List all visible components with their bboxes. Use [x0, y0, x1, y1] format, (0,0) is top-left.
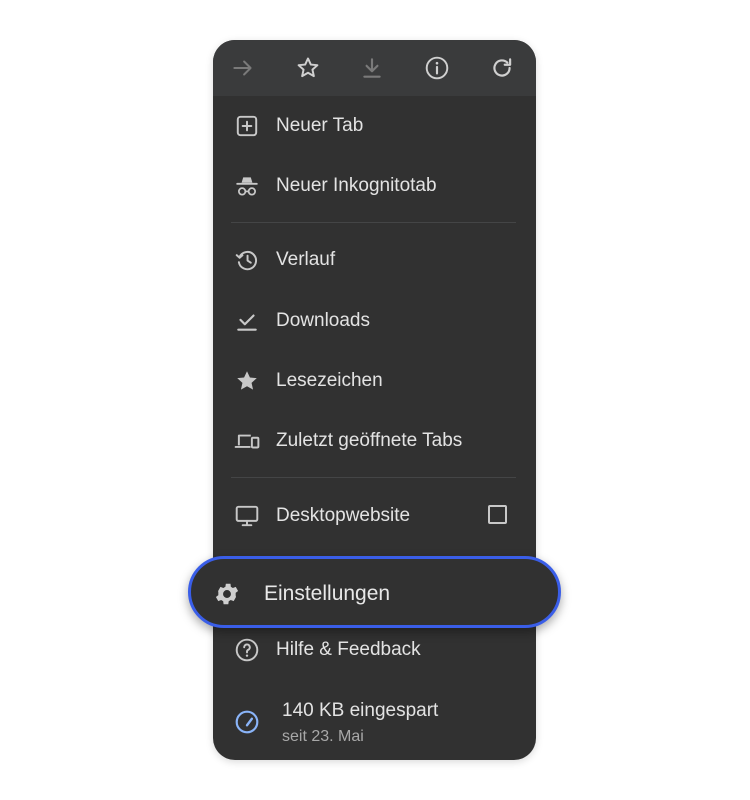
devices-icon: [233, 427, 261, 455]
menu-item-bookmarks[interactable]: Lesezeichen: [213, 353, 536, 409]
incognito-icon: [233, 172, 261, 200]
menu-item-label: Verlauf: [276, 249, 336, 270]
gear-icon: [213, 580, 241, 608]
help-circle-icon: [233, 636, 261, 664]
menu-item-label: Zuletzt geöffnete Tabs: [276, 430, 463, 451]
page-info-button[interactable]: [419, 50, 455, 86]
desktop-site-checkbox[interactable]: [488, 505, 507, 524]
menu-item-label: Neuer Inkognitotab: [276, 175, 437, 196]
menu-item-label: Downloads: [276, 310, 370, 331]
menu-item-history[interactable]: Verlauf: [213, 232, 536, 288]
history-icon: [233, 246, 261, 274]
forward-arrow-icon: [233, 60, 252, 76]
menu-item-label: Hilfe & Feedback: [276, 639, 421, 660]
menu-divider: [231, 477, 516, 478]
menu-item-desktop-site[interactable]: Desktopwebsite: [213, 488, 536, 544]
star-filled-icon: [233, 367, 261, 395]
menu-item-new-incognito-tab[interactable]: Neuer Inkognitotab: [213, 158, 536, 214]
menu-toolbar: [213, 40, 536, 96]
download-icon: [363, 58, 381, 78]
menu-item-settings[interactable]: Einstellungen: [188, 556, 561, 628]
menu-item-new-tab[interactable]: Neuer Tab: [213, 98, 536, 154]
star-outline-icon: [297, 57, 319, 78]
menu-item-recent-tabs[interactable]: Zuletzt geöffnete Tabs: [213, 413, 536, 469]
download-done-icon: [233, 307, 261, 335]
menu-item-label: Lesezeichen: [276, 370, 383, 391]
savings-title: 140 KB eingespart: [282, 700, 439, 721]
forward-button[interactable]: [225, 50, 261, 86]
menu-item-help-feedback[interactable]: Hilfe & Feedback: [213, 622, 536, 678]
reload-icon: [493, 58, 512, 77]
add-box-icon: [233, 112, 261, 140]
download-page-button[interactable]: [354, 50, 390, 86]
bookmark-button[interactable]: [290, 50, 326, 86]
info-icon: [425, 56, 449, 80]
overflow-menu: Neuer Tab Neuer Inkognitotab Verlauf Dow…: [213, 40, 536, 760]
reload-button[interactable]: [484, 50, 520, 86]
savings-subtitle: seit 23. Mai: [282, 728, 364, 745]
menu-item-label: Einstellungen: [264, 582, 391, 605]
menu-item-label: Desktopwebsite: [276, 505, 411, 526]
speedometer-icon: [233, 708, 261, 736]
menu-divider: [231, 222, 516, 223]
data-savings-item[interactable]: 140 KB eingespart seit 23. Mai: [213, 692, 536, 752]
monitor-icon: [233, 502, 261, 530]
menu-item-downloads[interactable]: Downloads: [213, 293, 536, 349]
menu-item-label: Neuer Tab: [276, 115, 364, 136]
